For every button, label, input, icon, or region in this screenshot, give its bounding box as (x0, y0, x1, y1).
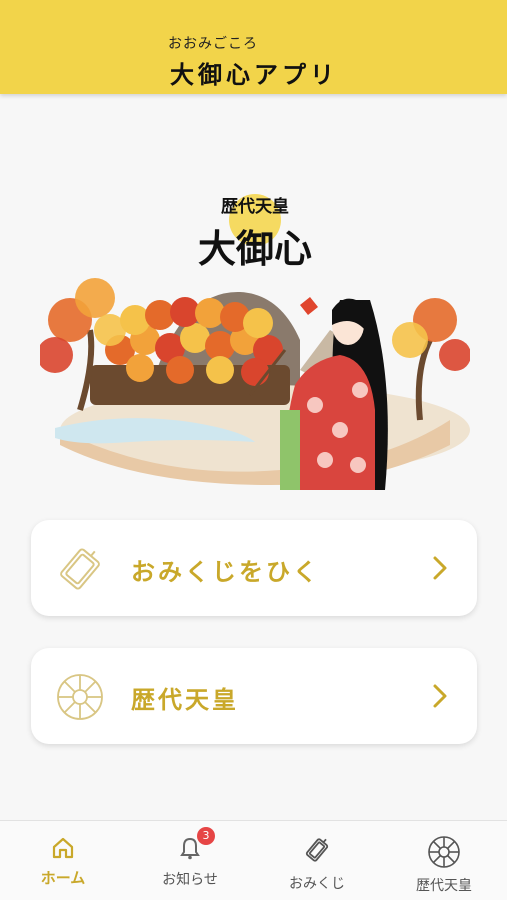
tab-home-label: ホーム (40, 869, 86, 887)
chrysanthemum-icon (57, 674, 103, 720)
home-icon (52, 837, 74, 859)
hero-subtitle: 歴代天皇 (221, 196, 289, 217)
app-title-ruby: おおみごころ (168, 36, 258, 52)
tab-emperors[interactable]: 歴代天皇 (381, 821, 507, 900)
app-title: 大御心アプリ (170, 61, 338, 89)
tab-omikuji-label: おみくじ (289, 876, 345, 892)
omikuji-icon (60, 548, 100, 590)
bottom-tab-bar: ホーム 3 お知らせ おみくじ 歴代天皇 (0, 820, 507, 900)
app-header: おおみごころ 大御心アプリ (0, 0, 507, 94)
hero-logo: 大御心 (198, 226, 312, 271)
omikuji-icon (305, 838, 329, 862)
tab-notifications[interactable]: 3 お知らせ (127, 821, 253, 900)
notification-badge: 3 (197, 827, 215, 845)
tab-emperors-label: 歴代天皇 (416, 878, 472, 894)
tab-notifications-label: お知らせ (162, 872, 218, 888)
chrysanthemum-icon (428, 836, 460, 868)
tab-omikuji[interactable]: おみくじ (254, 821, 380, 900)
draw-omikuji-label: おみくじをひく (131, 558, 320, 586)
chevron-right-icon (433, 684, 447, 708)
tab-home[interactable]: ホーム (0, 821, 126, 900)
chevron-right-icon (433, 556, 447, 580)
draw-omikuji-card[interactable]: おみくじをひく (31, 520, 477, 616)
emperors-label: 歴代天皇 (131, 686, 239, 714)
hero-illustration: 歴代天皇 大御心 (40, 194, 470, 490)
emperors-card[interactable]: 歴代天皇 (31, 648, 477, 744)
